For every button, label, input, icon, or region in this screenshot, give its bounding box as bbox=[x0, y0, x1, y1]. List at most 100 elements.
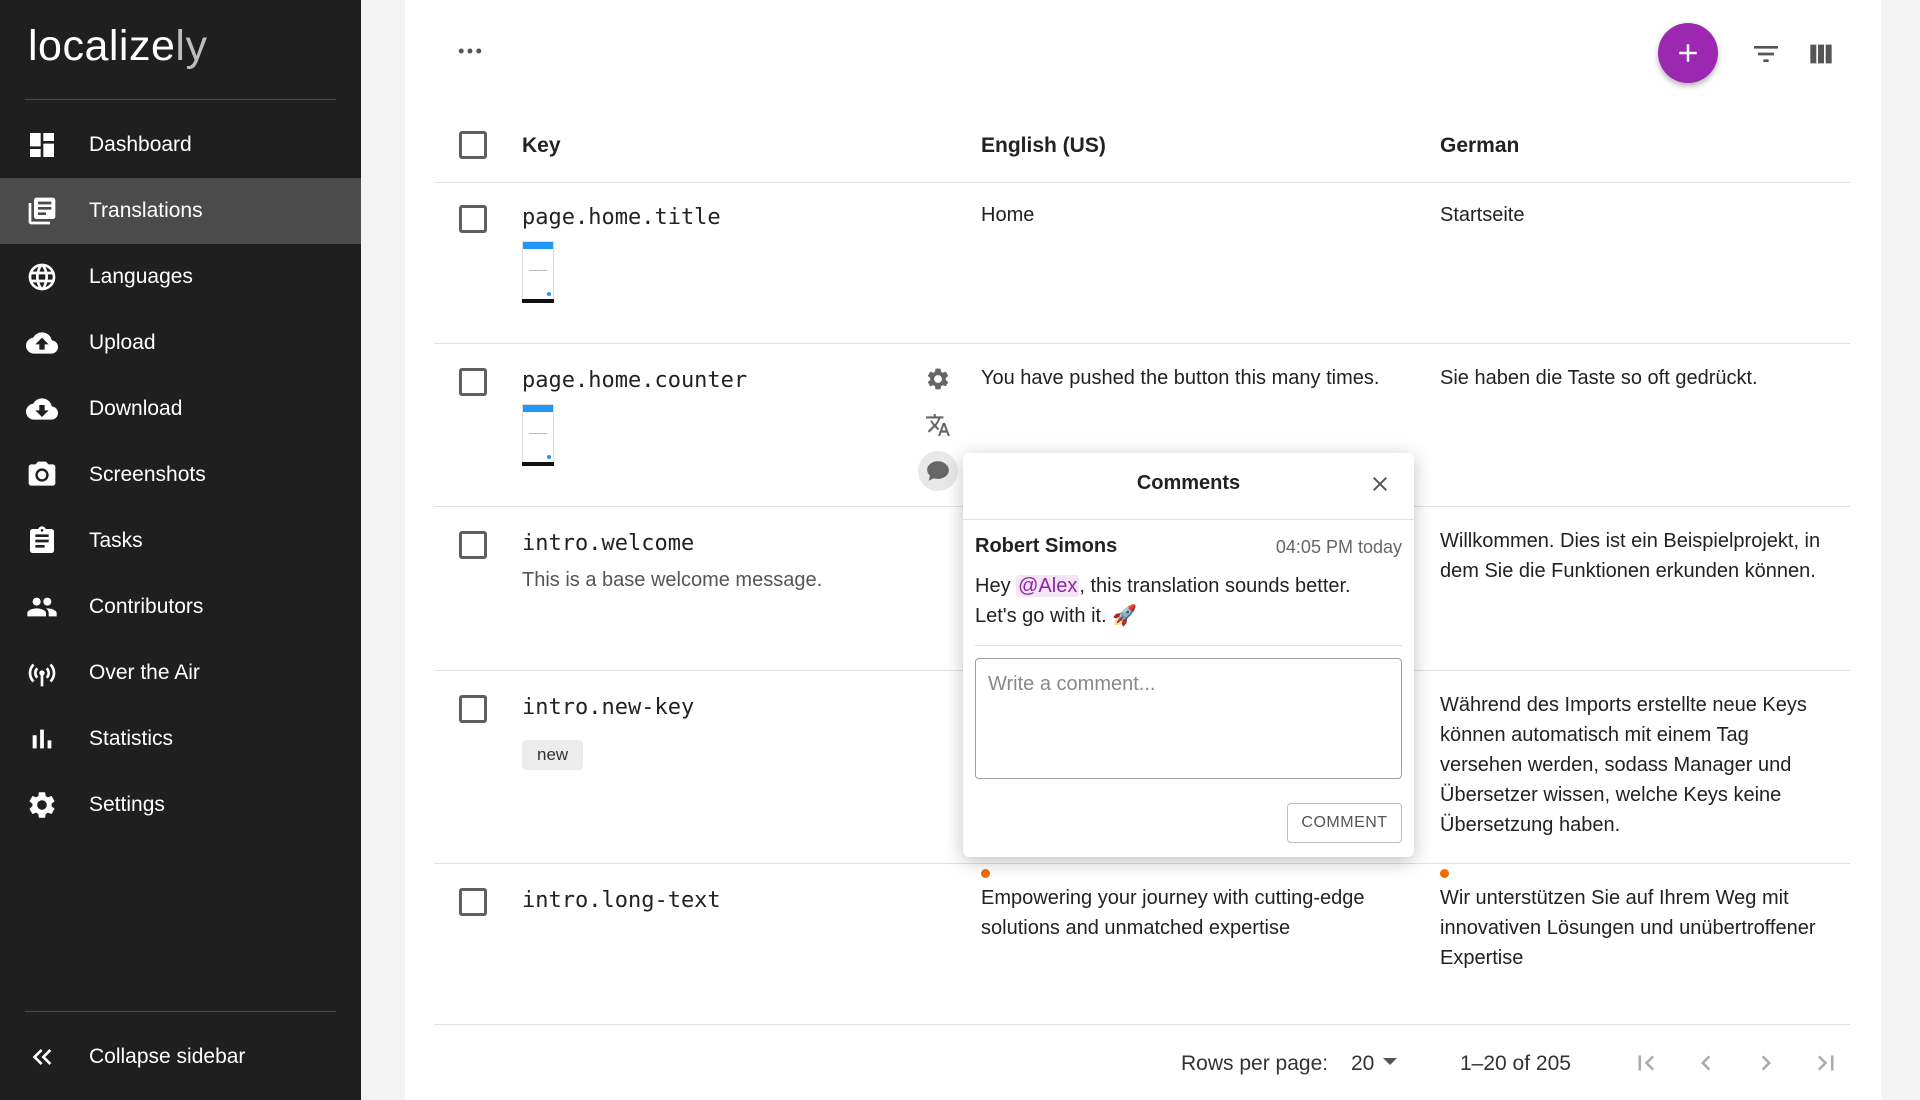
sidebar-item-statistics[interactable]: Statistics bbox=[0, 706, 361, 772]
sidebar-item-label: Download bbox=[89, 397, 183, 420]
sidebar-item-label: Languages bbox=[89, 265, 193, 288]
english-translation[interactable]: Empowering your journey with cutting-edg… bbox=[981, 883, 1381, 943]
filter-icon bbox=[1754, 46, 1778, 62]
sidebar-item-screenshots[interactable]: Screenshots bbox=[0, 442, 361, 508]
comment-author: Robert Simons bbox=[975, 535, 1118, 557]
german-translation[interactable]: Wir unterstützen Sie auf Ihrem Weg mit i… bbox=[1440, 883, 1830, 973]
german-translation[interactable]: Willkommen. Dies ist ein Beispielprojekt… bbox=[1440, 526, 1830, 586]
sidebar-item-label: Tasks bbox=[89, 529, 143, 552]
pagination-bar: Rows per page: 20 1–20 of 205 bbox=[434, 1024, 1850, 1100]
german-translation[interactable]: Startseite bbox=[1440, 200, 1830, 230]
row-checkbox[interactable] bbox=[459, 368, 487, 396]
filter-button[interactable] bbox=[1748, 36, 1784, 72]
translations-icon bbox=[25, 194, 59, 228]
english-translation[interactable]: You have pushed the button this many tim… bbox=[981, 363, 1381, 393]
more-horizontal-icon bbox=[458, 48, 482, 54]
chevron-right-icon bbox=[1761, 1055, 1771, 1071]
machine-translate-button[interactable] bbox=[918, 405, 958, 445]
sidebar-item-tasks[interactable]: Tasks bbox=[0, 508, 361, 574]
sidebar-item-label: Dashboard bbox=[89, 133, 192, 156]
divider bbox=[25, 99, 336, 100]
first-page-icon bbox=[1638, 1055, 1655, 1071]
row-checkbox[interactable] bbox=[459, 888, 487, 916]
sidebar-item-download[interactable]: Download bbox=[0, 376, 361, 442]
sidebar-nav: Dashboard Translations Languages Upload … bbox=[0, 112, 361, 838]
sidebar-item-settings[interactable]: Settings bbox=[0, 772, 361, 838]
antenna-icon bbox=[25, 656, 59, 690]
collapse-sidebar-label: Collapse sidebar bbox=[89, 1045, 246, 1068]
collapse-sidebar-button[interactable]: Collapse sidebar bbox=[0, 1024, 361, 1090]
key-name: intro.long-text bbox=[522, 888, 721, 913]
tag-badge[interactable]: new bbox=[522, 740, 584, 770]
last-page-icon bbox=[1817, 1055, 1834, 1071]
comments-button[interactable] bbox=[918, 451, 958, 491]
people-icon bbox=[25, 590, 59, 624]
row-checkbox[interactable] bbox=[459, 205, 487, 233]
sidebar-item-dashboard[interactable]: Dashboard bbox=[0, 112, 361, 178]
camera-icon bbox=[25, 458, 59, 492]
sidebar-item-label: Screenshots bbox=[89, 463, 206, 486]
row-checkbox[interactable] bbox=[459, 695, 487, 723]
last-page-button[interactable] bbox=[1806, 1043, 1846, 1083]
select-all-checkbox[interactable] bbox=[459, 131, 487, 159]
translate-icon bbox=[926, 414, 950, 436]
column-header-key[interactable]: Key bbox=[522, 134, 561, 158]
needs-review-indicator bbox=[981, 869, 990, 878]
comment-input[interactable] bbox=[975, 658, 1402, 779]
screenshot-thumbnail[interactable] bbox=[522, 404, 554, 466]
key-description: This is a base welcome message. bbox=[522, 569, 823, 591]
columns-icon bbox=[1810, 44, 1832, 64]
rows-per-page-label: Rows per page: bbox=[1181, 1052, 1329, 1075]
popover-title: Comments bbox=[1136, 472, 1241, 494]
column-header-german[interactable]: German bbox=[1440, 134, 1519, 158]
columns-button[interactable] bbox=[1803, 36, 1839, 72]
more-options-button[interactable] bbox=[445, 36, 495, 66]
divider bbox=[25, 1011, 336, 1012]
comments-popover: Comments Robert Simons 04:05 PM today He… bbox=[963, 453, 1414, 857]
submit-comment-button[interactable]: COMMENT bbox=[1287, 803, 1402, 843]
caret-down-icon[interactable] bbox=[1383, 1058, 1397, 1065]
plus-icon bbox=[1679, 44, 1697, 62]
sidebar-item-translations[interactable]: Translations bbox=[0, 178, 361, 244]
column-header-english[interactable]: English (US) bbox=[981, 134, 1106, 158]
gear-icon bbox=[927, 368, 949, 390]
sidebar-item-upload[interactable]: Upload bbox=[0, 310, 361, 376]
row-checkbox[interactable] bbox=[459, 531, 487, 559]
english-translation[interactable]: Home bbox=[981, 200, 1381, 230]
sidebar-item-label: Upload bbox=[89, 331, 156, 354]
add-key-button[interactable] bbox=[1658, 23, 1718, 83]
sidebar: localizely Dashboard Translations Langua… bbox=[0, 0, 361, 1100]
comment-timestamp: 04:05 PM today bbox=[1275, 537, 1402, 557]
app-logo[interactable]: localizely bbox=[28, 22, 207, 71]
divider bbox=[975, 645, 1402, 646]
sidebar-item-languages[interactable]: Languages bbox=[0, 244, 361, 310]
user-mention[interactable]: @Alex bbox=[1016, 575, 1080, 597]
first-page-button[interactable] bbox=[1626, 1043, 1666, 1083]
cloud-download-icon bbox=[25, 392, 59, 426]
sidebar-item-over-the-air[interactable]: Over the Air bbox=[0, 640, 361, 706]
bar-chart-icon bbox=[25, 722, 59, 756]
gear-icon bbox=[25, 788, 59, 822]
table-row[interactable]: page.home.title Home Startseite bbox=[434, 183, 1850, 344]
german-translation[interactable]: Sie haben die Taste so oft gedrückt. bbox=[1440, 363, 1830, 393]
chevron-left-icon bbox=[1701, 1055, 1711, 1071]
close-popover-button[interactable] bbox=[1366, 470, 1394, 498]
sidebar-item-label: Contributors bbox=[89, 595, 204, 618]
key-settings-button[interactable] bbox=[918, 359, 958, 399]
sidebar-item-label: Translations bbox=[89, 199, 203, 222]
previous-page-button[interactable] bbox=[1686, 1043, 1726, 1083]
cloud-upload-icon bbox=[25, 326, 59, 360]
table-header: Key English (US) German bbox=[434, 108, 1850, 183]
sidebar-item-label: Statistics bbox=[89, 727, 174, 750]
globe-icon bbox=[25, 260, 59, 294]
sidebar-item-label: Over the Air bbox=[89, 661, 200, 684]
screenshot-thumbnail[interactable] bbox=[522, 241, 554, 303]
table-row[interactable]: intro.long-text Empowering your journey … bbox=[434, 864, 1850, 1024]
key-name: intro.welcome bbox=[522, 531, 695, 556]
dashboard-icon bbox=[25, 128, 59, 162]
rows-per-page-select[interactable]: 20 bbox=[1351, 1052, 1374, 1076]
double-chevron-left-icon bbox=[25, 1040, 59, 1074]
next-page-button[interactable] bbox=[1746, 1043, 1786, 1083]
sidebar-item-contributors[interactable]: Contributors bbox=[0, 574, 361, 640]
german-translation[interactable]: Während des Imports erstellte neue Keys … bbox=[1440, 690, 1830, 840]
